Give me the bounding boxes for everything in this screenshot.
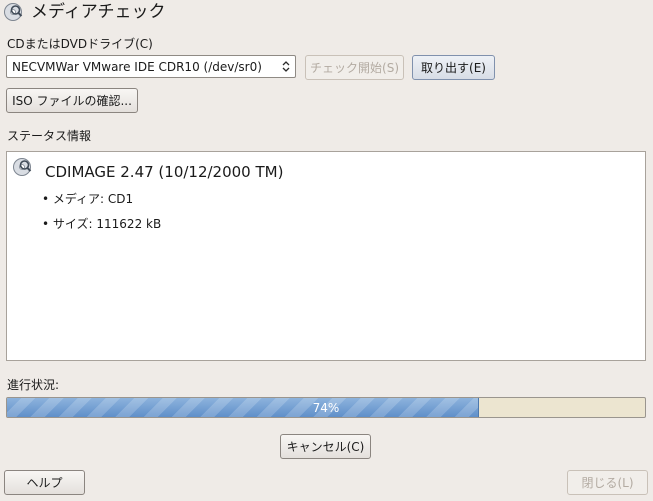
updown-arrow-icon bbox=[281, 59, 291, 74]
drive-select-value: NECVMWar VMware IDE CDR10 (/dev/sr0) bbox=[12, 59, 262, 74]
progress-text: 74% bbox=[312, 400, 340, 415]
status-line-size: • サイズ: 111622 kB bbox=[42, 217, 162, 231]
progress-bar: 74% bbox=[6, 397, 646, 418]
close-button[interactable]: 閉じる(L) bbox=[567, 470, 648, 495]
status-line-media: • メディア: CD1 bbox=[42, 192, 134, 206]
status-panel: CDIMAGE 2.47 (10/12/2000 TM) • メディア: CD1… bbox=[6, 151, 646, 361]
progress-label: 進行状況: bbox=[7, 378, 60, 392]
window-title: メディアチェック bbox=[31, 2, 166, 22]
drive-select[interactable]: NECVMWar VMware IDE CDR10 (/dev/sr0) bbox=[6, 55, 296, 78]
media-check-icon bbox=[12, 157, 32, 177]
start-check-button[interactable]: チェック開始(S) bbox=[305, 55, 404, 80]
iso-check-button[interactable]: ISO ファイルの確認... bbox=[6, 88, 138, 113]
status-label: ステータス情報 bbox=[7, 129, 92, 143]
status-heading: CDIMAGE 2.47 (10/12/2000 TM) bbox=[45, 163, 284, 181]
cancel-button[interactable]: キャンセル(C) bbox=[280, 434, 371, 459]
eject-button[interactable]: 取り出す(E) bbox=[412, 55, 495, 80]
help-button[interactable]: ヘルプ bbox=[4, 470, 85, 495]
drive-label: CDまたはDVDドライブ(C) bbox=[7, 37, 153, 51]
media-check-icon bbox=[3, 2, 23, 22]
